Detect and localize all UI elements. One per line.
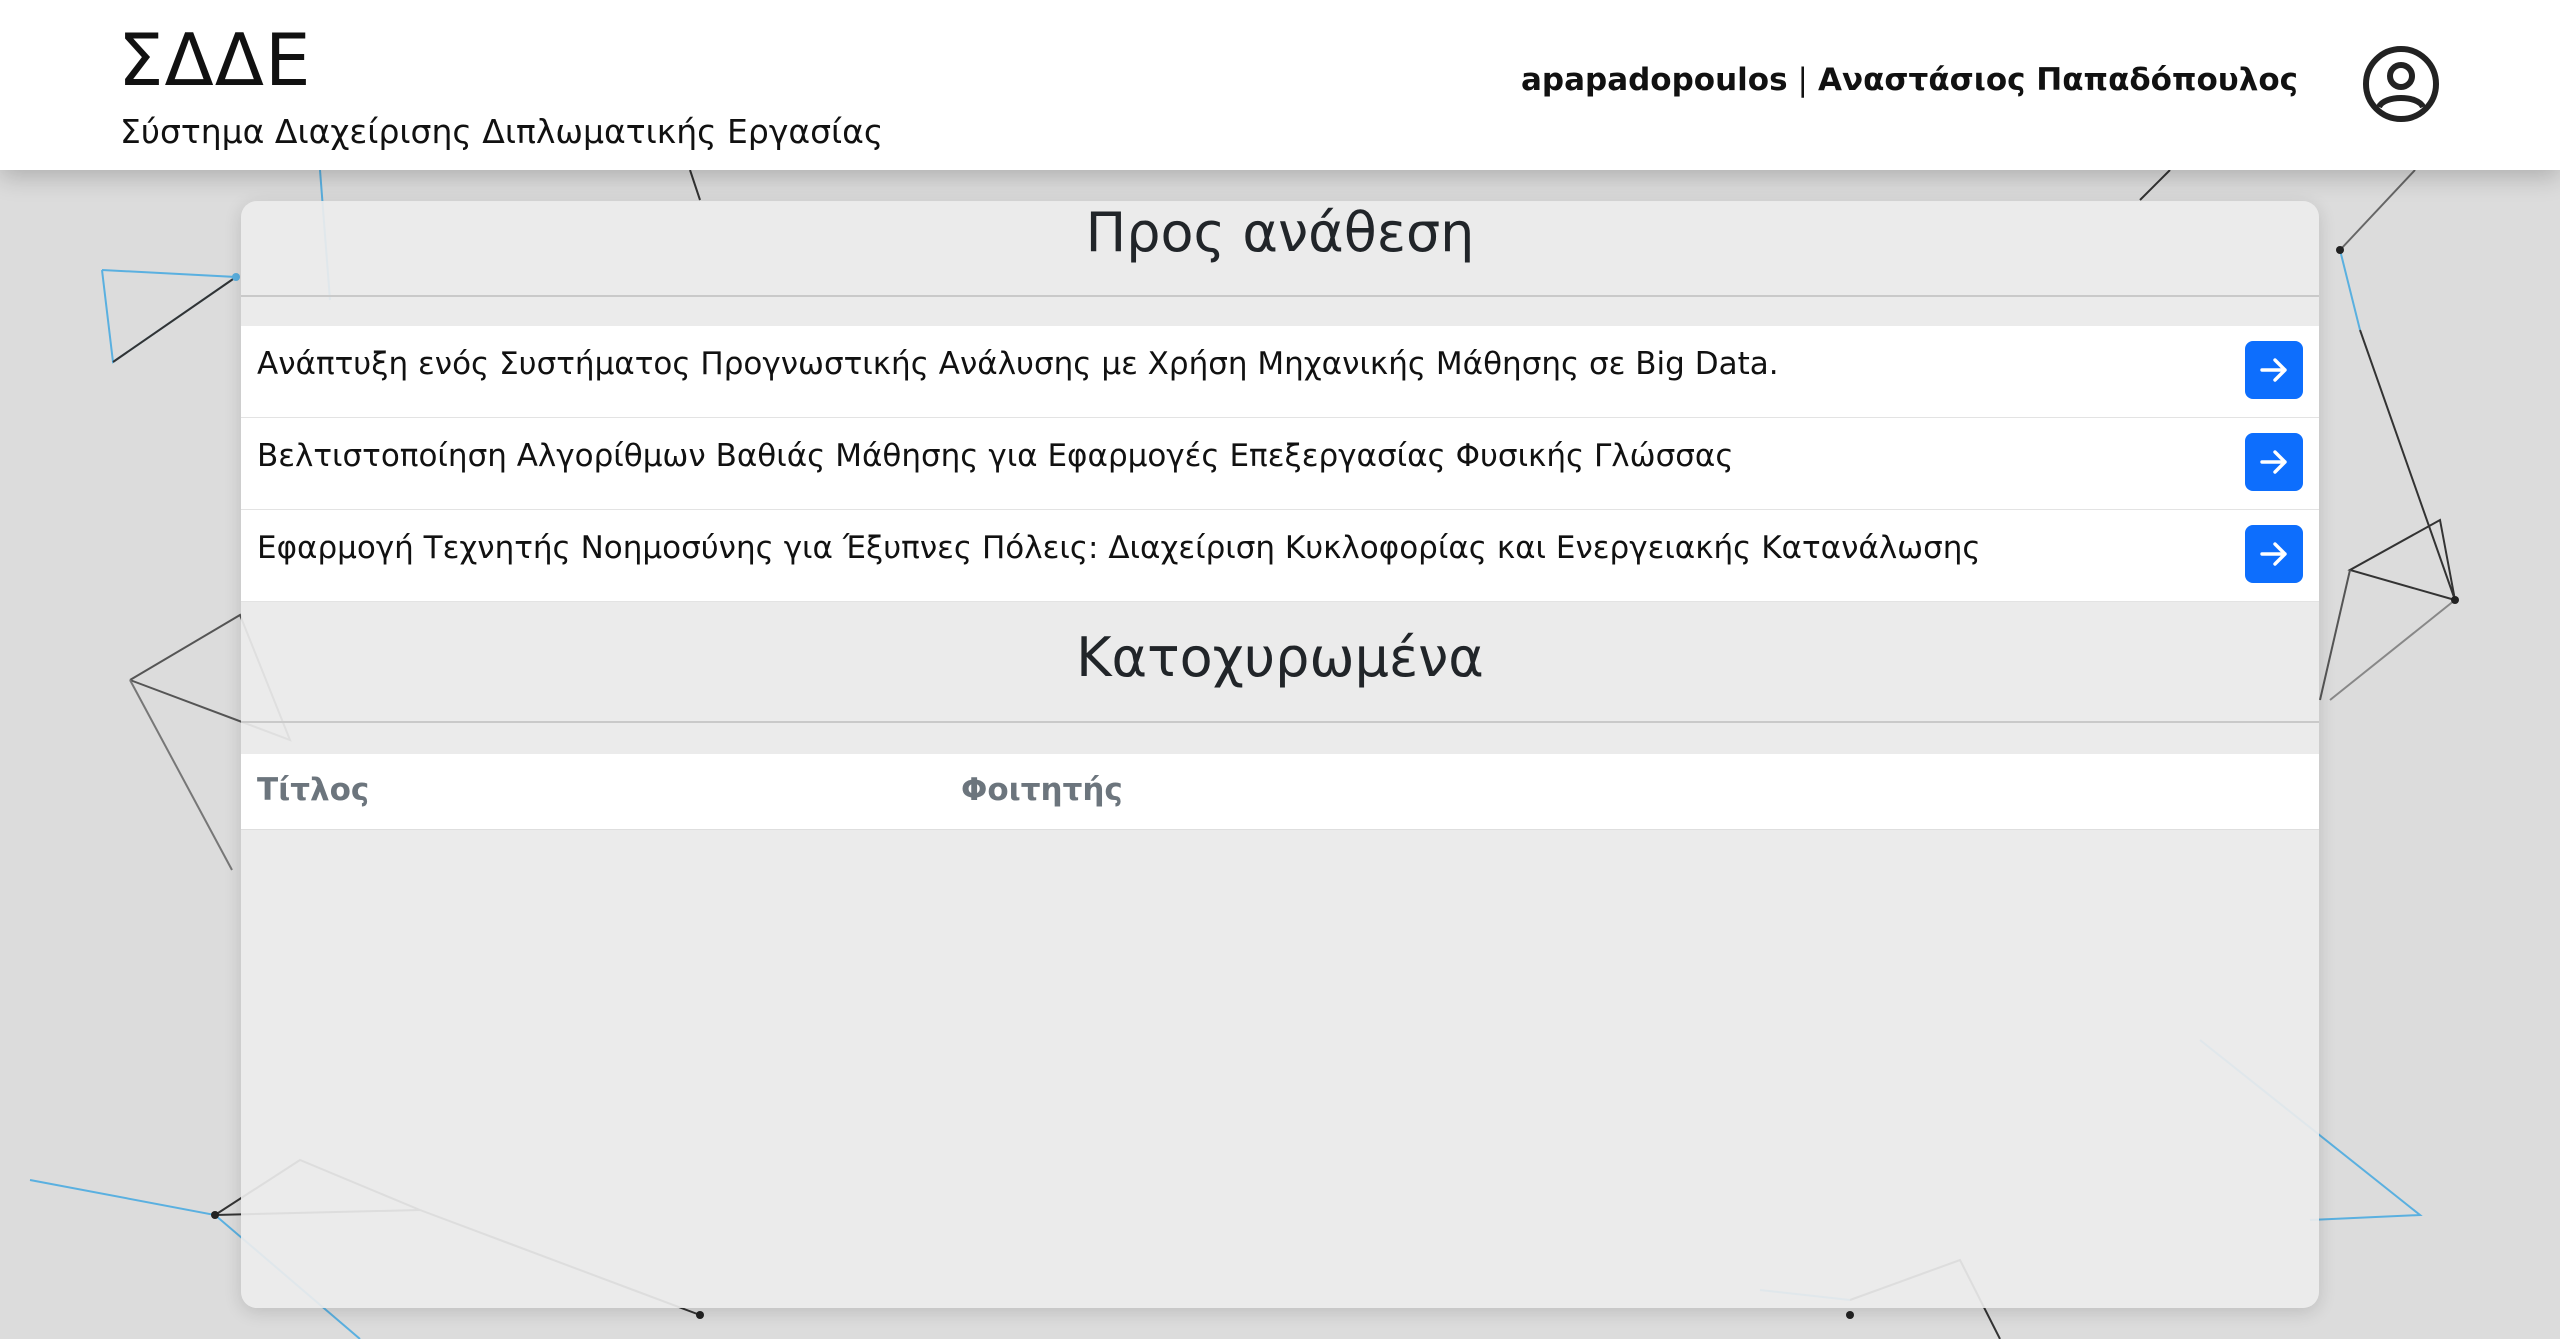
topic-title: Ανάπτυξη ενός Συστήματος Προγνωστικής Αν… — [257, 346, 1779, 382]
assigned-table-header: Τίτλος Φοιτητής — [241, 754, 2319, 830]
list-item: Ανάπτυξη ενός Συστήματος Προγνωστικής Αν… — [241, 326, 2319, 418]
arrow-right-icon — [2260, 542, 2287, 566]
open-topic-button[interactable] — [2245, 341, 2303, 399]
column-header-student: Φοιτητής — [961, 772, 1123, 808]
section-divider — [241, 721, 2319, 723]
list-item: Εφαρμογή Τεχνητής Νοημοσύνης για Έξυπνες… — [241, 510, 2319, 602]
to-assign-heading: Προς ανάθεση — [1085, 201, 1475, 264]
column-header-title: Τίτλος — [257, 772, 370, 808]
topic-title: Βελτιστοποίηση Αλγορίθμων Βαθιάς Μάθησης… — [257, 438, 1734, 474]
username: apapadopoulos — [1520, 62, 1788, 98]
user-full-name: Αναστάσιος Παπαδόπουλος — [1817, 62, 2298, 98]
main-panel: Προς ανάθεση Ανάπτυξη ενός Συστήματος Πρ… — [241, 201, 2319, 1308]
arrow-right-icon — [2260, 358, 2287, 382]
app-header: ΣΔΔΕ Σύστημα Διαχείρισης Διπλωματικής Ερ… — [0, 0, 2560, 170]
user-info: apapadopoulos | Αναστάσιος Παπαδόπουλος — [1521, 62, 2298, 98]
user-info-separator: | — [1797, 62, 1808, 98]
brand-subtitle: Σύστημα Διαχείρισης Διπλωματικής Εργασία… — [120, 112, 884, 151]
list-item: Βελτιστοποίηση Αλγορίθμων Βαθιάς Μάθησης… — [241, 418, 2319, 510]
brand-title: ΣΔΔΕ — [118, 18, 312, 102]
to-assign-list: Ανάπτυξη ενός Συστήματος Προγνωστικής Αν… — [241, 326, 2319, 602]
open-topic-button[interactable] — [2245, 433, 2303, 491]
open-topic-button[interactable] — [2245, 525, 2303, 583]
topic-title: Εφαρμογή Τεχνητής Νοημοσύνης για Έξυπνες… — [257, 530, 1981, 566]
assigned-heading: Κατοχυρωμένα — [1076, 626, 1484, 689]
user-circle-icon[interactable] — [2362, 45, 2440, 123]
arrow-right-icon — [2260, 450, 2287, 474]
section-divider — [241, 295, 2319, 297]
